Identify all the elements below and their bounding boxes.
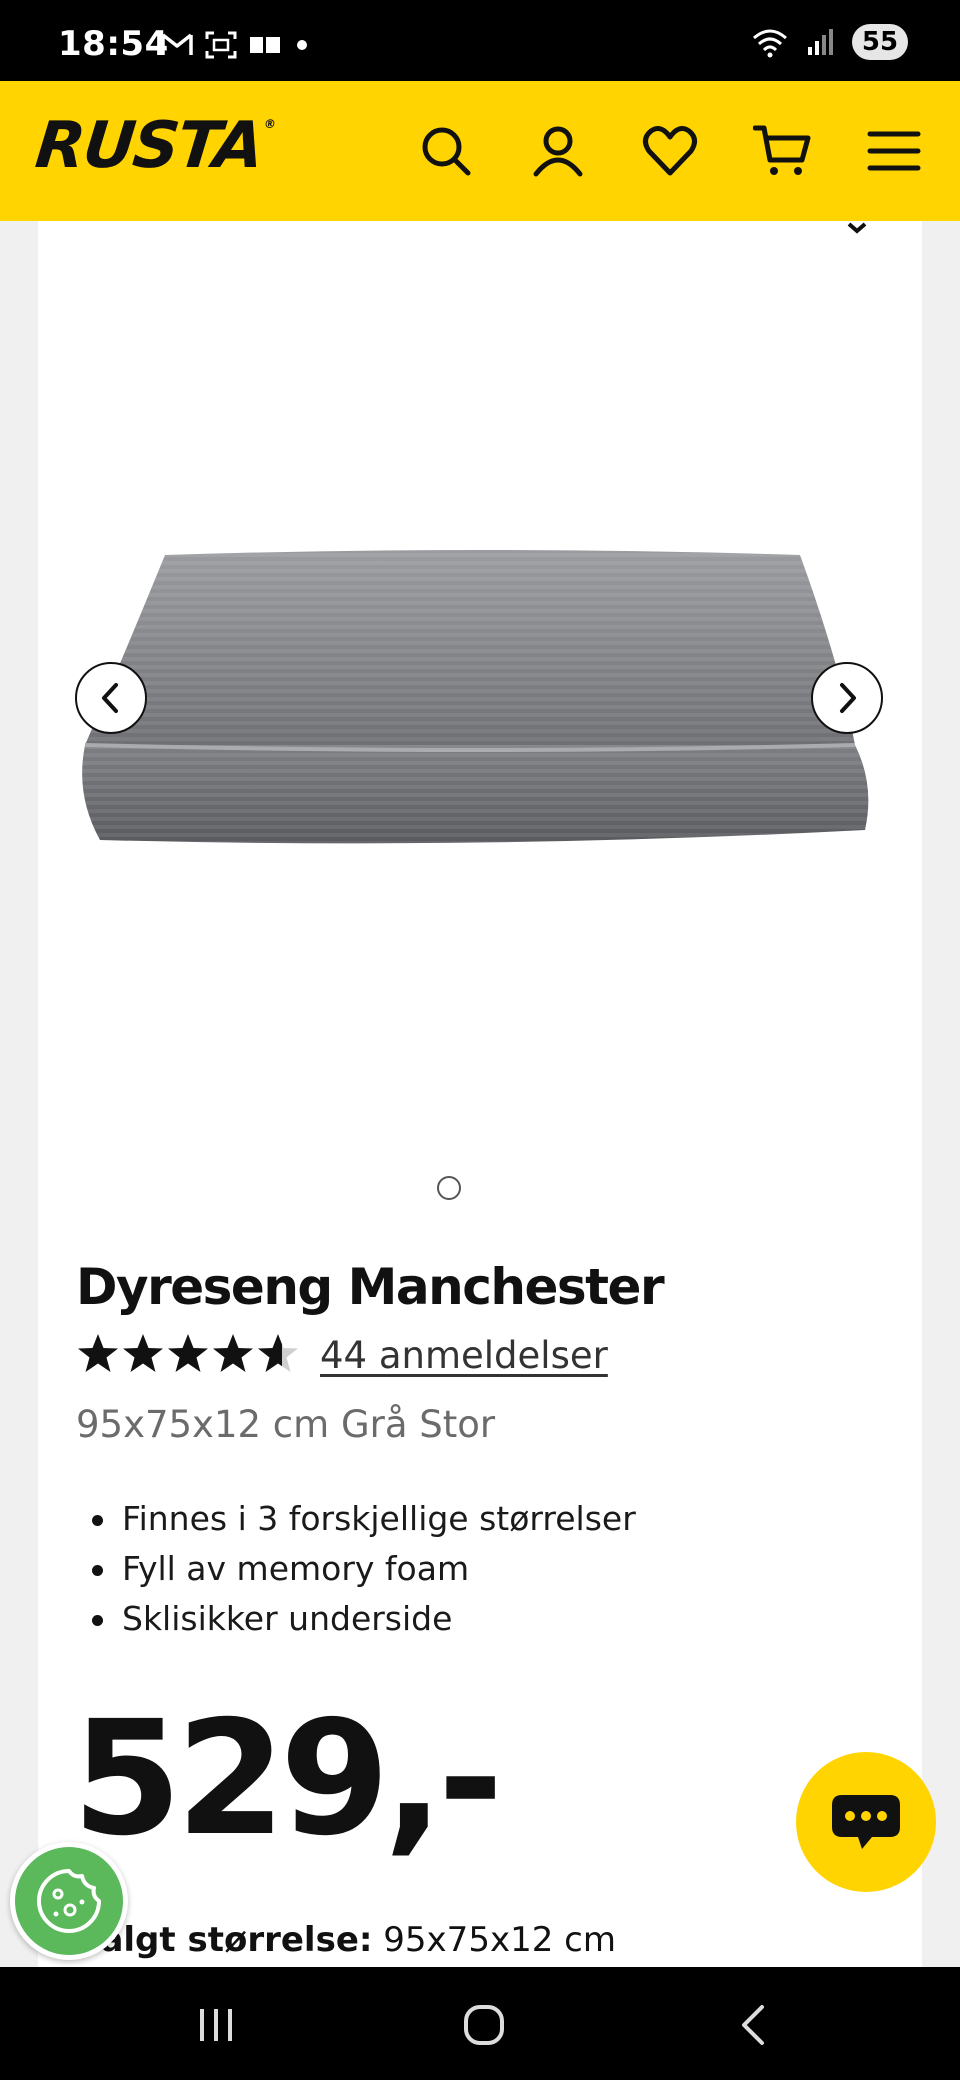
gmail-icon [161,33,193,55]
product-variant: 95x75x12 cm Grå Stor [76,1403,496,1446]
carousel-dot[interactable] [437,1176,461,1200]
heart-icon [643,126,697,176]
feature-list: Finnes i 3 forskjellige størrelser Fyll … [90,1494,636,1644]
notification-icons [160,30,312,60]
recent-apps-button[interactable] [186,1995,246,2055]
selected-size: Valgt størrelse: 95x75x12 cm [76,1920,616,1960]
home-button[interactable] [454,1995,514,2055]
star-icon [78,1334,118,1372]
wishlist-button[interactable] [640,121,700,181]
wifi-icon [753,29,787,58]
home-icon [464,2005,504,2045]
star-icon [168,1334,208,1372]
reviews-link[interactable]: 44 anmeldelser [320,1334,608,1377]
system-icons: 55 [750,24,908,60]
star-icon [213,1334,253,1372]
chat-button[interactable] [796,1752,936,1892]
back-button[interactable] [724,1995,784,2055]
chevron-left-icon [102,683,118,713]
status-time: 18:54 [58,24,169,64]
product-image[interactable] [80,545,880,855]
cart-button[interactable] [752,121,812,181]
rating-stars [78,1334,298,1372]
partial-star-icon [258,1334,298,1372]
chat-bubble-icon [832,1795,900,1849]
recent-apps-icon [200,2009,232,2041]
back-icon [742,2005,764,2045]
logo-mark: ® [263,117,275,131]
feature-item: Sklisikker underside [90,1594,636,1644]
account-button[interactable] [528,121,588,181]
message-icon [250,37,280,53]
signal-icon [808,29,833,55]
collapse-chevron-icon[interactable] [846,221,868,235]
cookie-icon [37,1869,101,1933]
cart-icon [753,125,811,175]
cookie-settings-button[interactable] [10,1842,128,1960]
system-nav-bar [0,1967,960,2080]
rating-row: 44 anmeldelser [76,1332,608,1378]
chevron-right-icon [840,683,856,713]
selected-size-value: 95x75x12 cm [383,1920,616,1960]
feature-item: Finnes i 3 forskjellige størrelser [90,1494,636,1544]
status-bar: 18:54 55 [0,0,960,81]
product-title: Dyreseng Manchester [76,1258,665,1316]
screenshot-icon [205,31,237,59]
search-button[interactable] [416,121,476,181]
account-icon [533,126,583,177]
menu-button[interactable] [864,121,924,181]
rusta-logo[interactable]: RUSTA® [32,109,275,183]
carousel-prev-button[interactable] [75,662,147,734]
dot-icon [297,40,307,50]
carousel-next-button[interactable] [811,662,883,734]
battery-indicator: 55 [852,24,908,60]
site-header: RUSTA® [0,81,960,221]
logo-text: RUSTA [32,109,266,183]
product-price: 529,- [72,1687,503,1871]
star-icon [123,1334,163,1372]
search-icon [422,127,471,176]
menu-icon [867,131,921,171]
feature-item: Fyll av memory foam [90,1544,636,1594]
